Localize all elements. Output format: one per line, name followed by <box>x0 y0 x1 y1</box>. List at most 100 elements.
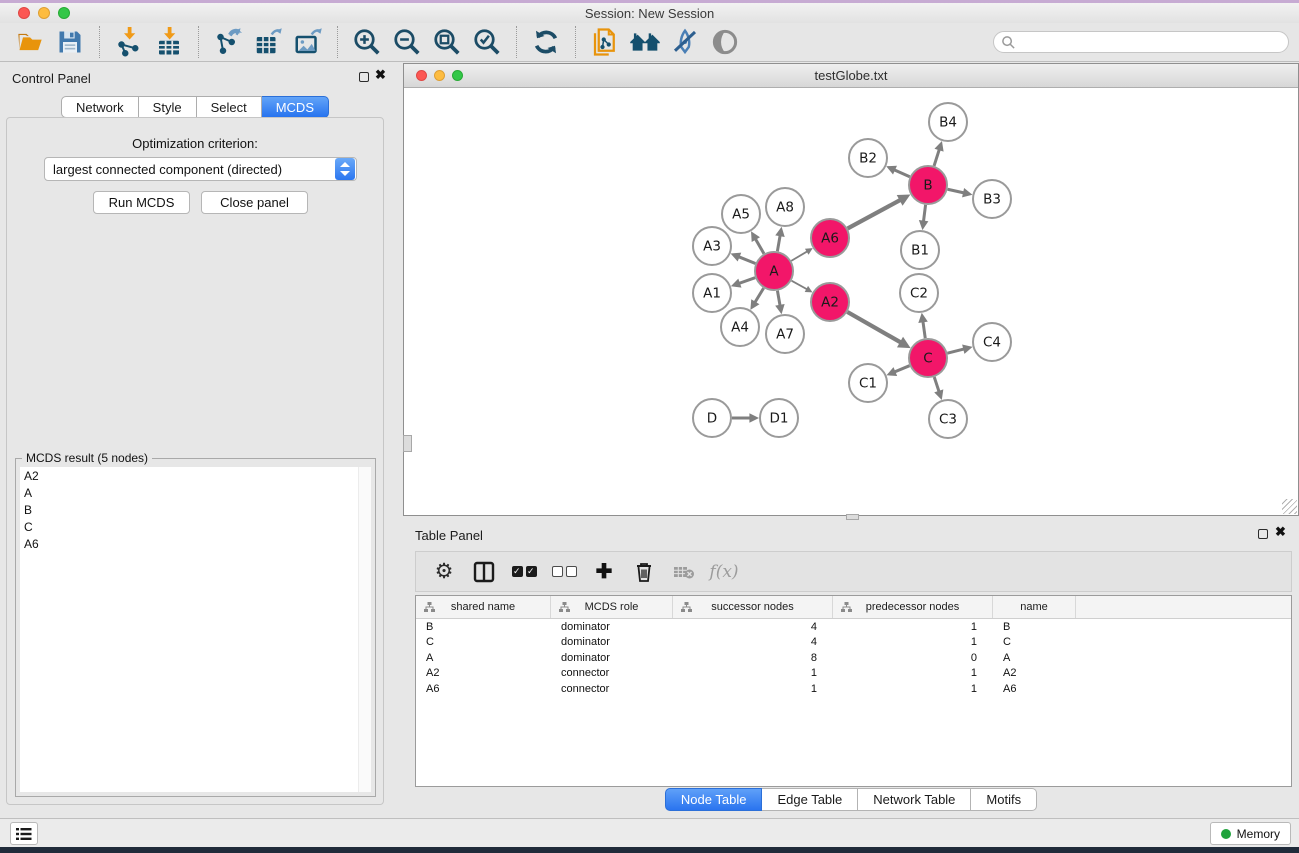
graph-edge[interactable] <box>923 320 925 338</box>
table-cell[interactable]: connector <box>551 683 673 695</box>
column-header-shared-name[interactable]: shared name <box>416 596 551 618</box>
table-cell[interactable]: 1 <box>673 667 833 679</box>
graph-edge[interactable] <box>791 251 808 261</box>
close-panel-button[interactable]: Close panel <box>201 191 308 214</box>
tab-select[interactable]: Select <box>197 96 262 118</box>
network-window-titlebar[interactable]: testGlobe.txt <box>404 64 1298 88</box>
table-cell[interactable]: A6 <box>416 683 551 695</box>
window-edge-handle[interactable] <box>403 435 412 452</box>
table-row[interactable]: A6connector11A6 <box>416 681 1291 697</box>
table-cell[interactable]: A2 <box>416 667 551 679</box>
tab-mcds[interactable]: MCDS <box>262 96 329 118</box>
table-row[interactable]: A2connector11A2 <box>416 666 1291 682</box>
table-cell[interactable]: connector <box>551 667 673 679</box>
table-cell[interactable]: 8 <box>673 652 833 664</box>
graph-edge[interactable] <box>738 278 755 284</box>
resize-grip-icon[interactable] <box>1282 499 1297 514</box>
table-cell[interactable]: 1 <box>833 636 993 648</box>
select-all-checkboxes-icon[interactable] <box>507 556 541 588</box>
memory-button[interactable]: Memory <box>1210 822 1291 845</box>
import-network-icon[interactable] <box>111 25 147 59</box>
graph-edge[interactable] <box>934 148 940 166</box>
mcds-result-item[interactable]: A2 <box>20 467 371 484</box>
tab-network[interactable]: Network <box>61 96 139 118</box>
table-cell[interactable]: dominator <box>551 652 673 664</box>
table-cell[interactable]: C <box>416 636 551 648</box>
graph-edge[interactable] <box>777 291 780 307</box>
tab-node-table[interactable]: Node Table <box>665 788 763 811</box>
scrollbar-track[interactable] <box>358 467 371 792</box>
column-header-name[interactable]: name <box>993 596 1076 618</box>
zoom-selected-icon[interactable] <box>469 25 505 59</box>
open-session-icon[interactable] <box>12 25 48 59</box>
table-cell[interactable]: 1 <box>833 683 993 695</box>
tab-style[interactable]: Style <box>139 96 197 118</box>
column-header-successor-nodes[interactable]: successor nodes <box>673 596 833 618</box>
export-image-icon[interactable] <box>290 25 326 59</box>
column-header-mcds-role[interactable]: MCDS role <box>551 596 673 618</box>
graph-edge[interactable] <box>948 189 965 193</box>
export-network-icon[interactable] <box>210 25 246 59</box>
close-panel-icon[interactable]: ✖ <box>1275 524 1286 540</box>
table-row[interactable]: Adominator80A <box>416 650 1291 666</box>
mcds-result-item[interactable]: C <box>20 518 371 535</box>
table-cell[interactable]: 0 <box>833 652 993 664</box>
network-canvas[interactable]: A5A8A3A1A4A7A6AA2B2B4BB3B1C2C4CC1C3DD1 <box>405 89 1298 516</box>
table-cell[interactable]: dominator <box>551 636 673 648</box>
table-cell[interactable]: dominator <box>551 621 673 633</box>
import-table-icon[interactable] <box>151 25 187 59</box>
float-panel-icon[interactable] <box>359 72 369 82</box>
search-field[interactable] <box>1016 35 1288 49</box>
hide-graphics-details-icon[interactable] <box>667 25 703 59</box>
table-cell[interactable]: 4 <box>673 636 833 648</box>
mcds-result-list[interactable]: A2ABCA6 <box>20 467 371 792</box>
table-cell[interactable]: A <box>993 652 1076 664</box>
graph-edge[interactable] <box>755 238 764 254</box>
graph-edge[interactable] <box>791 281 808 290</box>
graph-edge[interactable] <box>893 169 910 176</box>
show-home-icon[interactable] <box>627 25 663 59</box>
export-table-icon[interactable] <box>250 25 286 59</box>
graph-edge[interactable] <box>893 366 909 373</box>
table-cell[interactable]: B <box>416 621 551 633</box>
delete-row-trash-icon[interactable] <box>627 556 661 588</box>
mcds-result-item[interactable]: B <box>20 501 371 518</box>
mcds-result-item[interactable]: A <box>20 484 371 501</box>
graph-edge[interactable] <box>847 312 901 343</box>
refresh-icon[interactable] <box>528 25 564 59</box>
graph-edge[interactable] <box>947 349 965 353</box>
zoom-out-icon[interactable] <box>389 25 425 59</box>
graph-edge[interactable] <box>754 288 763 303</box>
table-cell[interactable]: B <box>993 621 1076 633</box>
graph-edge[interactable] <box>923 205 925 223</box>
zoom-fit-icon[interactable] <box>429 25 465 59</box>
birdseye-view-icon[interactable] <box>707 25 743 59</box>
table-cell[interactable]: 1 <box>673 683 833 695</box>
save-session-icon[interactable] <box>52 25 88 59</box>
criterion-select[interactable]: largest connected component (directed) <box>44 157 357 181</box>
add-row-icon[interactable]: ✚ <box>587 556 621 588</box>
task-history-button[interactable] <box>10 822 38 845</box>
search-input[interactable] <box>993 31 1289 53</box>
tab-edge-table[interactable]: Edge Table <box>762 788 858 811</box>
table-row[interactable]: Cdominator41C <box>416 635 1291 651</box>
delete-table-icon[interactable] <box>667 556 701 588</box>
column-header-predecessor-nodes[interactable]: predecessor nodes <box>833 596 993 618</box>
graph-edge[interactable] <box>848 199 902 228</box>
network-view-window[interactable]: testGlobe.txt A5A8A3A1A4A7A6AA2B2B4BB3B1… <box>403 63 1299 516</box>
graph-edge[interactable] <box>934 377 939 393</box>
tab-network-table[interactable]: Network Table <box>858 788 971 811</box>
table-cell[interactable]: A6 <box>993 683 1076 695</box>
tab-motifs[interactable]: Motifs <box>971 788 1037 811</box>
table-cell[interactable]: 4 <box>673 621 833 633</box>
float-panel-icon[interactable] <box>1258 529 1268 539</box>
function-builder-icon[interactable]: f(x) <box>707 556 741 588</box>
close-panel-icon[interactable]: ✖ <box>375 67 386 83</box>
table-cell[interactable]: 1 <box>833 621 993 633</box>
mcds-result-item[interactable]: A6 <box>20 535 371 552</box>
table-cell[interactable]: C <box>993 636 1076 648</box>
table-cell[interactable]: A2 <box>993 667 1076 679</box>
main-titlebar[interactable]: Session: New Session <box>0 3 1299 23</box>
zoom-in-icon[interactable] <box>349 25 385 59</box>
graph-edge[interactable] <box>777 234 780 251</box>
